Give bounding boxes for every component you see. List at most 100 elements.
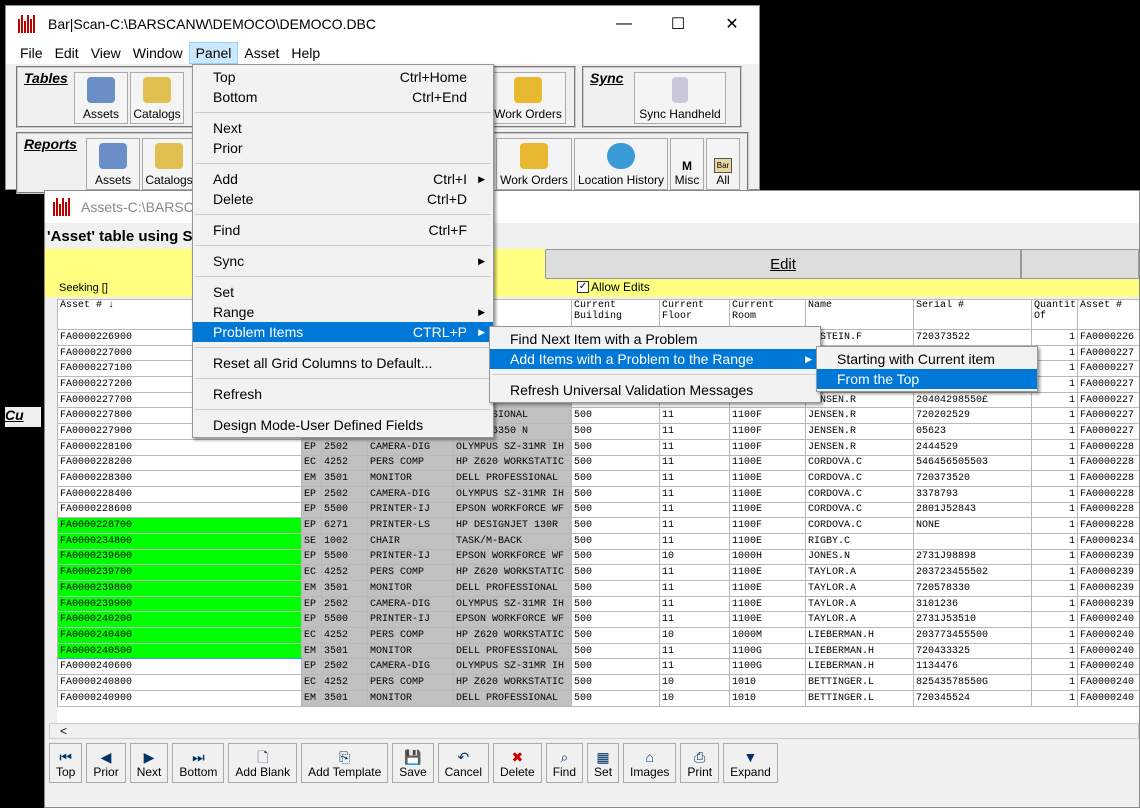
grid-cell[interactable]: FA0000240: [1077, 689, 1139, 707]
grid-cell[interactable]: PRINTER-IJ: [367, 501, 454, 519]
grid-cell[interactable]: 2801J52843: [913, 501, 1032, 519]
sort-az-icon[interactable]: ↓: [102, 301, 114, 312]
scroll-left-icon[interactable]: <: [60, 724, 67, 738]
grid-cell[interactable]: PERS COMP: [367, 627, 454, 644]
grid-cell[interactable]: 1100E: [729, 501, 806, 519]
grid-cell[interactable]: 2502: [321, 485, 368, 503]
grid-cell[interactable]: 1: [1031, 580, 1078, 597]
print-button[interactable]: ⎙ Print: [680, 743, 720, 783]
table-row[interactable]: FA0000228300 EM 3501 MONITOR DELL PROFESSION…: [57, 470, 1139, 487]
grid-cell[interactable]: FA0000239700: [57, 564, 302, 581]
grid-cell[interactable]: OLYMPUS SZ-31MR IH: [453, 438, 572, 456]
grid-cell[interactable]: HP Z620 WORKSTATIC: [453, 627, 572, 644]
tab-edit[interactable]: Edit: [545, 249, 1021, 279]
grid-cell[interactable]: EC: [301, 454, 322, 472]
grid-cell[interactable]: EP: [301, 517, 322, 534]
grid-cell[interactable]: EC: [301, 674, 322, 691]
grid-cell[interactable]: EC: [301, 564, 322, 581]
grid-cell[interactable]: 1: [1031, 329, 1078, 346]
reports-assets-button[interactable]: Assets: [86, 138, 140, 190]
grid-cell[interactable]: OLYMPUS SZ-31MR IH: [453, 595, 572, 613]
grid-cell[interactable]: 500: [571, 501, 660, 519]
grid-cell[interactable]: 1: [1031, 344, 1078, 362]
grid-cell[interactable]: 1100E: [729, 595, 806, 613]
column-header[interactable]: Serial #: [913, 299, 1032, 330]
grid-cell[interactable]: EPSON WORKFORCE WF: [453, 548, 572, 566]
grid-cell[interactable]: FA0000239600: [57, 548, 302, 566]
table-row[interactable]: FA0000228400 EP 2502 CAMERA-DIG OLYMPUS SZ-3…: [57, 485, 1139, 503]
menu-item-refresh-universal-validation-messages[interactable]: Refresh Universal Validation Messages: [490, 380, 820, 400]
table-row[interactable]: FA0000240900 EM 3501 MONITOR DELL PROFESSION…: [57, 689, 1139, 707]
delete-button[interactable]: ✖ Delete: [493, 743, 542, 783]
reports-catalogs-button[interactable]: Catalogs: [142, 138, 196, 190]
grid-cell[interactable]: 1: [1031, 611, 1078, 629]
grid-cell[interactable]: 1: [1031, 517, 1078, 534]
grid-cell[interactable]: 500: [571, 658, 660, 676]
grid-cell[interactable]: NONE: [913, 517, 1032, 534]
grid-cell[interactable]: 500: [571, 407, 660, 425]
menu-item-problem-items[interactable]: Problem Items CTRL+P ▶: [193, 322, 493, 342]
grid-cell[interactable]: RIGBY.C: [805, 532, 914, 550]
grid-cell[interactable]: 10: [659, 548, 730, 566]
grid-cell[interactable]: 5500: [321, 501, 368, 519]
grid-cell[interactable]: DELL PROFESSIONAL: [453, 580, 572, 597]
grid-cell[interactable]: 500: [571, 564, 660, 581]
grid-cell[interactable]: 1: [1031, 470, 1078, 487]
column-header[interactable]: Asset #: [1077, 299, 1139, 330]
grid-cell[interactable]: 500: [571, 532, 660, 550]
grid-cell[interactable]: LIEBERMAN.H: [805, 658, 914, 676]
grid-cell[interactable]: 500: [571, 548, 660, 566]
grid-cell[interactable]: DELL PROFESSIONAL: [453, 470, 572, 487]
grid-cell[interactable]: 5500: [321, 611, 368, 629]
grid-cell[interactable]: FA0000240: [1077, 674, 1139, 691]
grid-cell[interactable]: 11: [659, 438, 730, 456]
grid-cell[interactable]: 11: [659, 580, 730, 597]
menu-edit[interactable]: Edit: [49, 43, 85, 63]
grid-cell[interactable]: 11: [659, 611, 730, 629]
grid-cell[interactable]: CAMERA-DIG: [367, 485, 454, 503]
grid-cell[interactable]: 1002: [321, 532, 368, 550]
grid-cell[interactable]: 11: [659, 658, 730, 676]
tab-right[interactable]: [1021, 249, 1139, 279]
grid-cell[interactable]: PRINTER-LS: [367, 517, 454, 534]
grid-cell[interactable]: 1: [1031, 689, 1078, 707]
menu-item-top[interactable]: Top Ctrl+Home: [193, 67, 493, 87]
grid-cell[interactable]: EC: [301, 627, 322, 644]
next-button[interactable]: ▶ Next: [129, 743, 169, 783]
menu-view[interactable]: View: [85, 43, 127, 63]
grid-cell[interactable]: 720578330: [913, 580, 1032, 597]
reports-misc-button[interactable]: M Misc: [670, 138, 704, 190]
menu-window[interactable]: Window: [127, 43, 189, 63]
grid-cell[interactable]: FA0000239800: [57, 580, 302, 597]
grid-cell[interactable]: FA0000228600: [57, 501, 302, 519]
grid-cell[interactable]: 3501: [321, 580, 368, 597]
grid-cell[interactable]: 1100F: [729, 407, 806, 425]
grid-cell[interactable]: HP DESIGNJET 130R: [453, 517, 572, 534]
add-template-button[interactable]: ⎘ Add Template: [301, 743, 389, 783]
menu-item-range[interactable]: Range ▶: [193, 302, 493, 322]
menu-item-from-the-top[interactable]: From the Top: [817, 369, 1037, 389]
grid-cell[interactable]: PERS COMP: [367, 454, 454, 472]
grid-cell[interactable]: 11: [659, 485, 730, 503]
grid-cell[interactable]: RNSTEIN.F: [805, 329, 914, 346]
grid-cell[interactable]: 1: [1031, 501, 1078, 519]
grid-cell[interactable]: 500: [571, 627, 660, 644]
grid-cell[interactable]: CORDOVA.C: [805, 485, 914, 503]
grid-cell[interactable]: 720345524: [913, 689, 1032, 707]
expand-button[interactable]: ▼ Expand: [723, 743, 778, 783]
grid-cell[interactable]: EM: [301, 642, 322, 660]
grid-cell[interactable]: 1010: [729, 674, 806, 691]
grid-cell[interactable]: FA0000240: [1077, 611, 1139, 629]
menu-item-bottom[interactable]: Bottom Ctrl+End: [193, 87, 493, 107]
grid-cell[interactable]: TAYLOR.A: [805, 595, 914, 613]
grid-cell[interactable]: BETTINGER.L: [805, 689, 914, 707]
grid-cell[interactable]: 1134476: [913, 658, 1032, 676]
grid-cell[interactable]: 1100G: [729, 658, 806, 676]
grid-cell[interactable]: 500: [571, 580, 660, 597]
menu-item-refresh[interactable]: Refresh: [193, 384, 493, 404]
grid-cell[interactable]: HP Z620 WORKSTATIC: [453, 564, 572, 581]
grid-cell[interactable]: FA0000240600: [57, 658, 302, 676]
column-header[interactable]: Current Room: [729, 299, 806, 330]
sync-handheld-button[interactable]: Sync Handheld: [634, 72, 726, 124]
grid-cell[interactable]: CORDOVA.C: [805, 501, 914, 519]
